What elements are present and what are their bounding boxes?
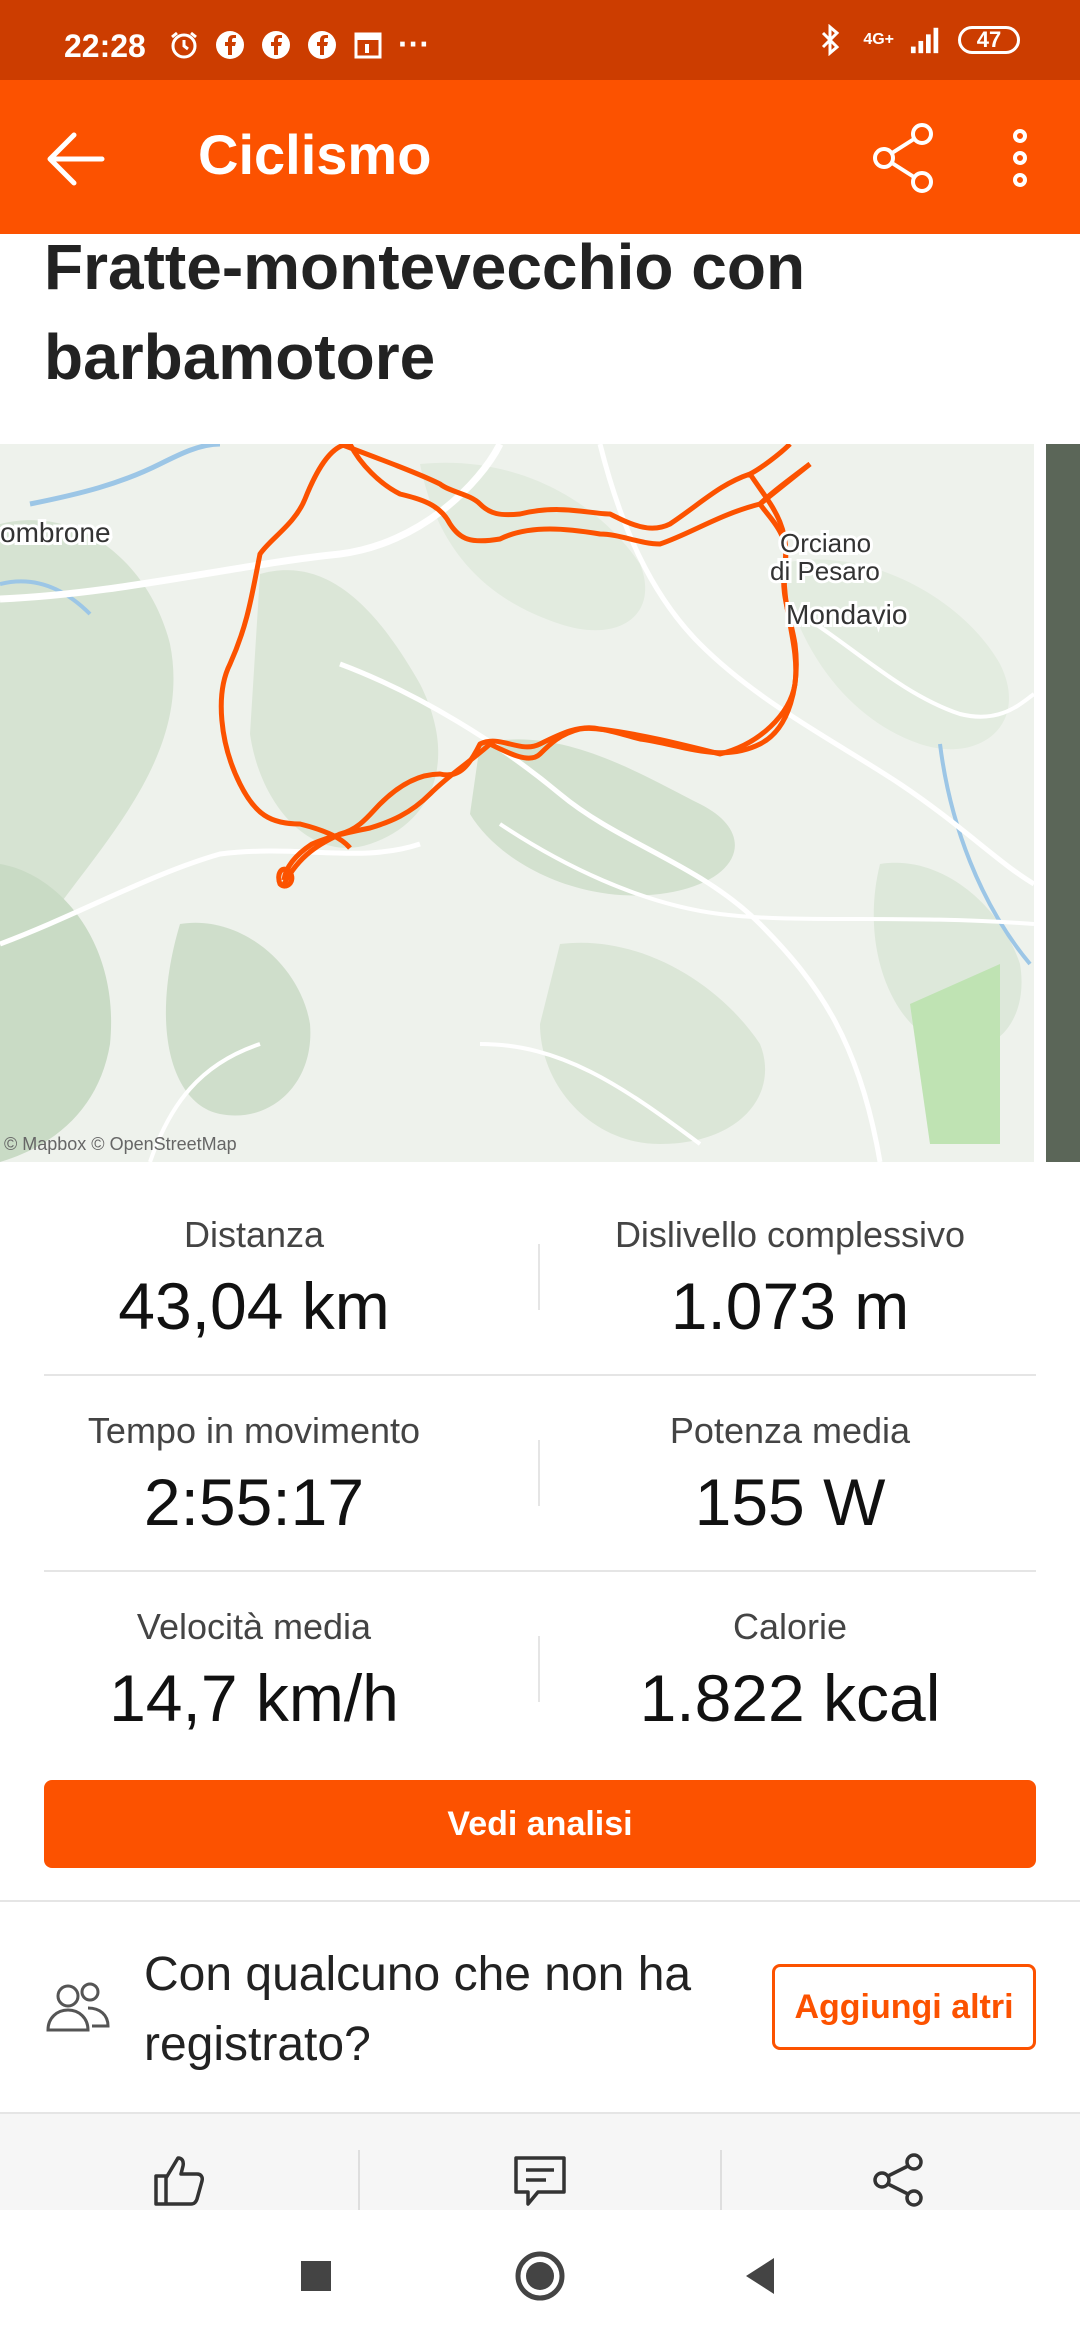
- photo-thumbnail[interactable]: [1046, 444, 1080, 1162]
- section-divider: [0, 1900, 1080, 1902]
- comment-icon[interactable]: [510, 2150, 570, 2210]
- stat-label: Potenza media: [669, 1410, 911, 1451]
- network-type: 4G+: [863, 31, 894, 48]
- battery-icon: 47: [958, 26, 1020, 54]
- divider: [358, 2150, 360, 2212]
- stat-avg-speed: Velocità media 14,7 km/h: [44, 1572, 464, 1736]
- app-bar: Ciclismo: [0, 80, 1080, 234]
- stat-label: Dislivello complessivo: [614, 1214, 966, 1255]
- stats-row: Velocità media 14,7 km/h Calorie 1.822 k…: [44, 1572, 1036, 1766]
- system-icons: 4G+ 47: [815, 24, 1020, 56]
- stats-grid: Distanza 43,04 km Dislivello complessivo…: [44, 1180, 1036, 1766]
- stats-row: Distanza 43,04 km Dislivello complessivo…: [44, 1180, 1036, 1376]
- stat-value: 14,7 km/h: [109, 1661, 399, 1735]
- back-arrow-icon[interactable]: [40, 124, 110, 194]
- stat-label: Calorie: [732, 1606, 848, 1647]
- calendar-icon: [352, 29, 384, 61]
- stat-label: Tempo in movimento: [87, 1410, 421, 1451]
- stat-value: 1.073 m: [670, 1269, 910, 1343]
- facebook-icon: [306, 29, 338, 61]
- stat-value: 155 W: [694, 1465, 886, 1539]
- status-bar: 22:28 ··· 4G+ 47: [0, 0, 1080, 80]
- map-attribution: © Mapbox © OpenStreetMap: [4, 1134, 237, 1154]
- add-others-button[interactable]: Aggiungi altri: [772, 1964, 1036, 2050]
- app-bar-title: Ciclismo: [198, 123, 432, 186]
- more-notifications: ···: [398, 26, 430, 62]
- stat-value: 2:55:17: [143, 1465, 365, 1539]
- system-nav-bar: [0, 2210, 1080, 2340]
- signal-icon: [910, 24, 942, 56]
- stat-moving-time: Tempo in movimento 2:55:17: [44, 1376, 464, 1540]
- facebook-icon: [260, 29, 292, 61]
- home-circle-icon[interactable]: [512, 2248, 568, 2304]
- activity-title: Fratte-montevecchio con barbamotore: [44, 231, 806, 393]
- divider: [720, 2150, 722, 2212]
- alarm-icon: [168, 29, 200, 61]
- overflow-menu-icon[interactable]: [1000, 120, 1040, 196]
- stat-elevation: Dislivello complessivo 1.073 m: [540, 1180, 1040, 1344]
- stat-value: 1.822 kcal: [639, 1661, 941, 1735]
- thumbs-up-icon[interactable]: [150, 2150, 210, 2210]
- recents-square-icon[interactable]: [288, 2248, 344, 2304]
- route-map[interactable]: ombrone Orciano di Pesaro Mondavio © Map…: [0, 444, 1034, 1162]
- notification-icons: ···: [168, 26, 430, 63]
- facebook-icon: [214, 29, 246, 61]
- stat-distance: Distanza 43,04 km: [44, 1180, 464, 1344]
- view-analysis-button[interactable]: Vedi analisi: [44, 1780, 1036, 1868]
- bluetooth-icon: [815, 24, 847, 56]
- stat-label: Distanza: [183, 1214, 325, 1255]
- action-bar: [0, 2112, 1080, 2212]
- map-label: di Pesaro: [770, 556, 880, 586]
- group-icon: [44, 1980, 112, 2036]
- stat-label: Velocità media: [136, 1606, 372, 1647]
- together-prompt: Con qualcuno che non ha registrato?: [144, 1948, 692, 2071]
- share-icon[interactable]: [868, 120, 938, 196]
- map-label: ombrone: [0, 517, 111, 548]
- stat-avg-power: Potenza media 155 W: [540, 1376, 1040, 1540]
- status-time: 22:28: [64, 28, 146, 64]
- map-label: Mondavio: [786, 599, 907, 630]
- stats-row: Tempo in movimento 2:55:17 Potenza media…: [44, 1376, 1036, 1572]
- back-triangle-icon[interactable]: [734, 2248, 790, 2304]
- stat-value: 43,04 km: [118, 1269, 390, 1343]
- share-icon[interactable]: [868, 2150, 928, 2210]
- map-label: Orciano: [780, 528, 871, 558]
- stat-calories: Calorie 1.822 kcal: [540, 1572, 1040, 1736]
